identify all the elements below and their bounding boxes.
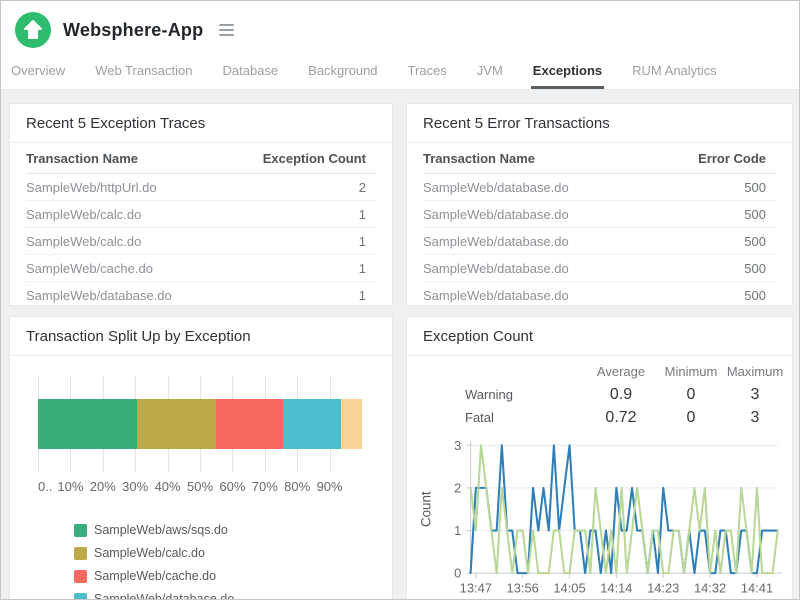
legend-item[interactable]: SampleWeb/aws/sqs.do	[74, 523, 228, 537]
divider	[10, 355, 392, 356]
legend-swatch-icon	[74, 570, 87, 583]
table-row[interactable]: SampleWeb/database.do 500	[423, 201, 776, 228]
svg-text:13:56: 13:56	[507, 581, 539, 596]
stacked-bar-chart	[38, 377, 362, 473]
app-title: Websphere-App	[63, 20, 203, 41]
svg-text:13:47: 13:47	[460, 581, 492, 596]
panel-title: Recent 5 Exception Traces	[10, 104, 392, 142]
table-row[interactable]: SampleWeb/database.do 500	[423, 174, 776, 201]
x-tick-label: 70%	[252, 479, 278, 494]
column-header: Transaction Name	[423, 151, 656, 166]
panel-recent-exception-traces: Recent 5 Exception Traces Transaction Na…	[9, 103, 393, 306]
svg-text:2: 2	[454, 480, 461, 495]
series-line-warning	[471, 445, 778, 573]
table-row[interactable]: SampleWeb/database.do 500	[423, 255, 776, 282]
svg-text:14:14: 14:14	[600, 581, 632, 596]
line-chart-svg: 0 1 2 3 13:47 13:56 14:05 14:14 14:23 14:32 14:41 C…	[417, 435, 786, 600]
app-header: Websphere-App	[1, 1, 799, 49]
stats-col-minimum: Minimum	[658, 364, 724, 379]
legend-item[interactable]: SampleWeb/cache.do	[74, 569, 216, 583]
app-status-up-icon	[15, 12, 51, 48]
bar-segment-sampleweb-aws-sqs-do[interactable]	[38, 399, 137, 449]
panel-title: Exception Count	[407, 317, 792, 355]
x-tick-label: 0..	[38, 479, 52, 494]
tab-jvm[interactable]: JVM	[475, 61, 505, 89]
tab-rum-analytics[interactable]: RUM Analytics	[630, 61, 719, 89]
table-row[interactable]: SampleWeb/httpUrl.do 2	[26, 174, 376, 201]
x-tick-label: 10%	[57, 479, 83, 494]
series-line-fatal	[471, 445, 778, 573]
column-header: Exception Count	[256, 151, 376, 166]
svg-text:0: 0	[454, 566, 461, 581]
legend-label: SampleWeb/aws/sqs.do	[94, 523, 228, 537]
legend-swatch-icon	[74, 524, 87, 537]
stats-row-fatal: Fatal 0.72 0 3	[407, 406, 792, 429]
stats-col-maximum: Maximum	[724, 364, 786, 379]
stacked-bar	[38, 399, 362, 449]
svg-text:14:32: 14:32	[694, 581, 726, 596]
svg-text:14:23: 14:23	[647, 581, 679, 596]
legend-item[interactable]: SampleWeb/database.do	[74, 592, 234, 600]
tab-web-transaction[interactable]: Web Transaction	[93, 61, 194, 89]
table-row[interactable]: SampleWeb/cache.do 1	[26, 255, 376, 282]
bar-chart-legend: SampleWeb/aws/sqs.do SampleWeb/calc.do Sam…	[74, 523, 374, 600]
stats-header-row: Average Minimum Maximum	[407, 360, 792, 383]
tab-traces[interactable]: Traces	[406, 61, 449, 89]
legend-swatch-icon	[74, 593, 87, 600]
panel-exception-count: Exception Count Average Minimum Maximum …	[406, 316, 793, 600]
bar-segment-sampleweb-cache-do[interactable]	[216, 399, 282, 449]
table-row[interactable]: SampleWeb/calc.do 1	[26, 201, 376, 228]
table-row[interactable]: SampleWeb/database.do 500	[423, 282, 776, 306]
exception-traces-table: Transaction Name Exception Count SampleW…	[10, 143, 392, 306]
tab-bar: Overview Web Transaction Database Backgr…	[1, 49, 799, 90]
tab-background[interactable]: Background	[306, 61, 379, 89]
apm-dashboard: Websphere-App Overview Web Transaction D…	[0, 0, 800, 600]
table-row[interactable]: SampleWeb/calc.do 1	[26, 228, 376, 255]
panel-recent-error-transactions: Recent 5 Error Transactions Transaction …	[406, 103, 793, 306]
legend-swatch-icon	[74, 547, 87, 560]
hamburger-menu-icon[interactable]	[215, 20, 238, 40]
tab-overview[interactable]: Overview	[9, 61, 67, 89]
tab-database[interactable]: Database	[221, 61, 281, 89]
exception-count-line-chart: 0 1 2 3 13:47 13:56 14:05 14:14 14:23 14:32 14:41 C…	[417, 435, 786, 600]
table-header-row: Transaction Name Exception Count	[26, 143, 376, 174]
x-tick-label: 40%	[155, 479, 181, 494]
column-header: Error Code	[656, 151, 776, 166]
tab-exceptions[interactable]: Exceptions	[531, 61, 604, 89]
bar-segment-sampleweb-httpurl-do[interactable]	[341, 399, 362, 449]
legend-label: SampleWeb/cache.do	[94, 569, 216, 583]
legend-label: SampleWeb/calc.do	[94, 546, 205, 560]
x-tick-label: 60%	[219, 479, 245, 494]
exception-count-stats: Average Minimum Maximum Warning 0.9 0 3 …	[407, 356, 792, 431]
bar-chart-x-axis: 0.. 10% 20% 30% 40% 50% 60% 70% 80% 90%	[38, 479, 362, 499]
bar-segment-sampleweb-database-do[interactable]	[283, 399, 341, 449]
svg-text:1: 1	[454, 523, 461, 538]
bar-segment-sampleweb-calc-do[interactable]	[137, 399, 216, 449]
svg-text:14:05: 14:05	[553, 581, 585, 596]
legend-item[interactable]: SampleWeb/calc.do	[74, 546, 205, 560]
svg-text:Count: Count	[418, 491, 433, 527]
error-transactions-table: Transaction Name Error Code SampleWeb/da…	[407, 143, 792, 306]
column-header: Transaction Name	[26, 151, 256, 166]
x-tick-label: 50%	[187, 479, 213, 494]
panel-title: Recent 5 Error Transactions	[407, 104, 792, 142]
x-tick-label: 90%	[317, 479, 343, 494]
panel-transaction-split: Transaction Split Up by Exception 0.. 10%…	[9, 316, 393, 600]
svg-text:14:41: 14:41	[741, 581, 773, 596]
x-tick-label: 30%	[122, 479, 148, 494]
table-header-row: Transaction Name Error Code	[423, 143, 776, 174]
dashboard-grid: Recent 5 Exception Traces Transaction Na…	[1, 90, 799, 600]
svg-text:3: 3	[454, 438, 461, 453]
table-row[interactable]: SampleWeb/database.do 1	[26, 282, 376, 306]
stats-row-warning: Warning 0.9 0 3	[407, 383, 792, 406]
x-tick-label: 80%	[284, 479, 310, 494]
panel-title: Transaction Split Up by Exception	[10, 317, 392, 355]
table-row[interactable]: SampleWeb/database.do 500	[423, 228, 776, 255]
stats-col-average: Average	[584, 364, 658, 379]
legend-label: SampleWeb/database.do	[94, 592, 234, 600]
x-tick-label: 20%	[90, 479, 116, 494]
